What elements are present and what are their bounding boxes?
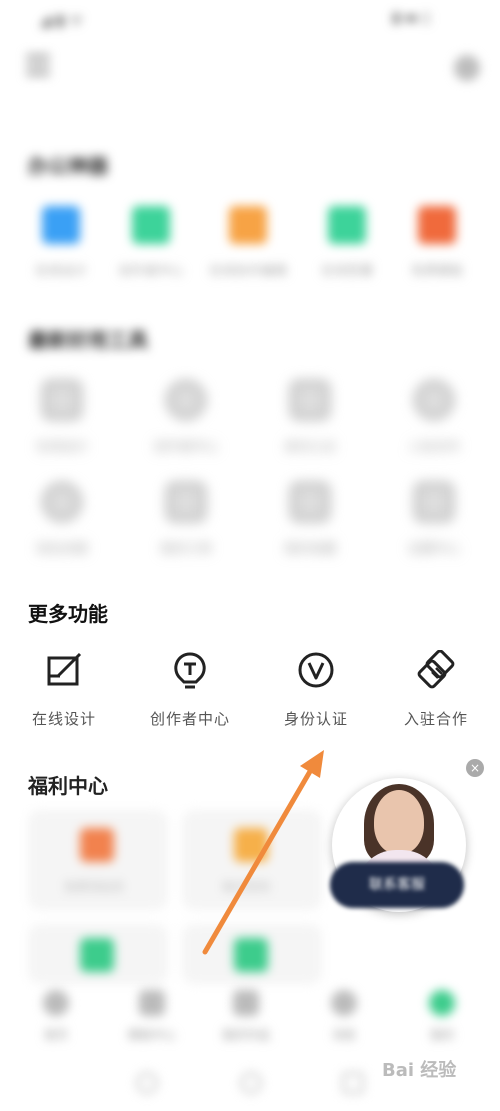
tab-works[interactable]: 我的作品 [206,990,286,1043]
office-tool-5[interactable]: 免费模板 [392,206,482,279]
welfare-card-2[interactable]: 每日签到 [182,810,322,910]
welfare-card-1-label: 免费领会员 [64,880,125,894]
customer-service-button[interactable]: 联系客服 [330,862,464,908]
welfare-card-2-icon [234,828,268,862]
edit-board-icon [47,652,82,686]
office-tool-1-label: 在线设计 [34,264,87,279]
new-tool-3-icon [290,380,330,420]
welfare-card-1-icon [80,828,114,862]
new-tool-6[interactable]: 我的订单 [136,482,236,557]
settings-icon[interactable] [454,55,480,81]
battery-status: ▮ ▬ ▯ [392,10,430,26]
new-tool-1-label: 在线设计 [35,440,88,455]
status-bar: ◢ ▮ ᯤ ▮ ▬ ▯ [0,0,500,36]
tab-messages-label: 消息 [331,1028,356,1042]
tab-mine-label: 我的 [429,1028,454,1042]
nav-home-icon[interactable] [240,1072,262,1094]
templates-icon [139,990,165,1016]
tab-templates[interactable]: 模板中心 [112,990,192,1043]
new-tool-2[interactable]: 创作者中心 [136,380,236,455]
new-tool-2-icon [166,380,206,420]
new-tool-8[interactable]: 设置中心 [384,482,484,557]
new-tool-1-icon [42,380,82,420]
signal-status: ◢ ▮ ᯤ [40,11,84,29]
new-tool-3[interactable]: 身份认证 [260,380,360,455]
bulb-t-icon [174,652,206,689]
office-tool-4[interactable]: 在线签署 [302,206,392,279]
welfare-card-3[interactable] [28,924,168,984]
new-tool-4-label: 入驻合作 [407,440,460,455]
new-tool-2-label: 创作者中心 [153,440,219,455]
tab-messages[interactable]: 消息 [304,990,384,1043]
bottom-tabbar: 首页 模板中心 我的作品 消息 我的 [0,990,500,1050]
tab-templates-label: 模板中心 [127,1028,176,1042]
menu-icon[interactable] [26,54,50,80]
feature-online-design[interactable]: 在线设计 [4,650,124,729]
tab-mine[interactable]: 我的 [402,990,482,1043]
tab-works-label: 我的作品 [221,1028,270,1042]
home-icon [43,990,69,1016]
feature-identity-verification-label: 身份认证 [283,710,348,728]
office-tools-title: 办公神器 [28,154,108,178]
feature-online-design-label: 在线设计 [31,710,96,728]
new-tools-title: 最新好用工具 [28,328,148,352]
new-tool-6-label: 我的订单 [159,542,212,557]
new-tool-8-icon [414,482,454,522]
new-tool-7-icon [290,482,330,522]
feature-identity-verification[interactable]: 身份认证 [256,650,376,729]
tab-home[interactable]: 首页 [16,990,96,1043]
new-tool-4-icon [414,380,454,420]
welfare-card-1[interactable]: 免费领会员 [28,810,168,910]
new-tool-6-icon [166,482,206,522]
new-tool-1[interactable]: 在线设计 [12,380,112,455]
feature-partnership-label: 入驻合作 [403,710,468,728]
nav-recent-icon[interactable] [342,1072,364,1094]
feature-partnership[interactable]: 入驻合作 [376,650,496,729]
messages-icon [331,990,357,1016]
welfare-title: 福利中心 [28,774,108,798]
handshake-icon [417,650,455,689]
new-tool-3-label: 身份认证 [283,440,336,455]
new-tool-4[interactable]: 入驻合作 [384,380,484,455]
office-tool-4-icon [328,206,366,244]
feature-creator-center[interactable]: 创作者中心 [130,650,250,729]
welfare-card-4-icon [234,938,268,972]
mine-icon [429,990,455,1016]
v-badge-icon [298,652,334,688]
welfare-card-2-label: 每日签到 [222,880,271,894]
office-tools-row: 在线设计 创作者中心 在线协作编辑 在线签署 免费模板 [0,206,500,286]
new-tool-8-label: 设置中心 [407,542,460,557]
office-tool-3-label: 在线协作编辑 [208,264,287,279]
avatar-face [374,790,424,854]
office-tool-5-icon [418,206,456,244]
new-tool-5[interactable]: 钱包余额 [12,482,112,557]
office-tool-1-icon [42,206,80,244]
more-features-title: 更多功能 [28,602,108,626]
nav-back-icon[interactable] [136,1072,158,1094]
new-tool-5-label: 钱包余额 [35,542,88,557]
office-tool-3[interactable]: 在线协作编辑 [203,206,293,279]
works-icon [233,990,259,1016]
new-tool-7[interactable]: 我的收藏 [260,482,360,557]
tab-home-label: 首页 [43,1028,68,1042]
new-tool-7-label: 我的收藏 [283,542,336,557]
welfare-card-3-icon [80,938,114,972]
feature-creator-center-label: 创作者中心 [149,710,230,728]
office-tool-3-icon [229,206,267,244]
welfare-card-4[interactable] [182,924,322,984]
office-tool-4-label: 在线签署 [320,264,373,279]
watermark: Bai 经验 [382,1060,457,1081]
office-tool-2-label: 创作者中心 [118,264,184,279]
office-tool-2-icon [132,206,170,244]
office-tool-5-label: 免费模板 [410,264,463,279]
office-tool-2[interactable]: 创作者中心 [106,206,196,279]
new-tool-5-icon [42,482,82,522]
office-tool-1[interactable]: 在线设计 [16,206,106,279]
close-icon[interactable]: × [466,759,484,777]
